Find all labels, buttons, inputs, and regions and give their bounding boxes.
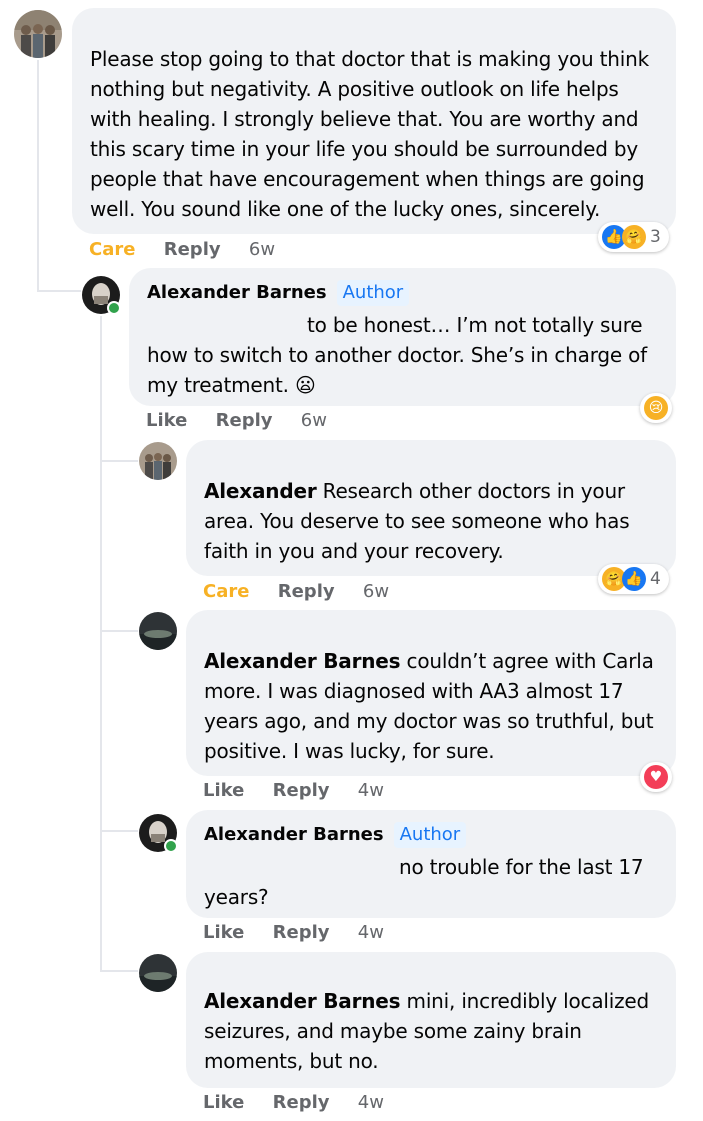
thread-line-nested <box>100 316 102 971</box>
love-icon: ♥ <box>644 765 668 789</box>
reaction-summary[interactable]: ♥ <box>640 762 672 792</box>
thread-line-main <box>37 60 39 292</box>
reaction-summary[interactable]: 😢 <box>640 393 672 423</box>
timestamp[interactable]: 6w <box>301 410 327 431</box>
mention-name[interactable]: Alexander Barnes <box>204 989 401 1013</box>
reply-link[interactable]: Reply <box>278 581 335 602</box>
reaction-summary[interactable]: 🤗 👍 4 <box>598 564 669 594</box>
thread-line-branch-2 <box>100 630 138 632</box>
comment-actions: Like Reply 6w <box>146 410 327 431</box>
thread-line-main-curve <box>37 290 81 292</box>
care-reaction-link[interactable]: Care <box>203 581 249 602</box>
comment-text: to be honest… I’m not totally sure how t… <box>147 313 648 397</box>
reply-link[interactable]: Reply <box>273 1092 330 1113</box>
mention-name[interactable]: Alexander Barnes <box>204 649 401 673</box>
reply-link[interactable]: Reply <box>273 780 330 801</box>
online-indicator <box>164 839 178 853</box>
reply-link[interactable]: Reply <box>216 410 273 431</box>
commenter-name[interactable]: Alexander Barnes <box>147 282 327 303</box>
reaction-summary[interactable]: 👍 🤗 3 <box>598 222 669 252</box>
author-badge: Author <box>393 822 467 848</box>
avatar[interactable] <box>139 954 177 992</box>
like-link[interactable]: Like <box>203 1092 244 1113</box>
avatar[interactable] <box>139 442 177 480</box>
comment-bubble: Alexander Barnes Author no trouble for th… <box>186 810 676 918</box>
like-link[interactable]: Like <box>146 410 187 431</box>
online-indicator <box>107 301 121 315</box>
timestamp[interactable]: 6w <box>249 239 275 260</box>
like-icon: 👍 <box>622 567 646 591</box>
thread-line-branch-1 <box>100 460 138 462</box>
comment-bubble: Alexander Research other doctors in your… <box>186 440 676 576</box>
comment-bubble: Please stop going to that doctor that is… <box>72 8 676 234</box>
reaction-count: 4 <box>650 569 661 589</box>
worried-emoji: 😦 <box>294 373 316 397</box>
timestamp[interactable]: 4w <box>358 780 384 801</box>
timestamp[interactable]: 4w <box>358 1092 384 1113</box>
comment-bubble: Alexander Barnes couldn’t agree with Car… <box>186 610 676 776</box>
comment-bubble: Alexander Barnes mini, incredibly locali… <box>186 952 676 1088</box>
reaction-count: 3 <box>650 227 661 247</box>
sad-icon: 😢 <box>644 396 668 420</box>
comment-actions: Care Reply 6w <box>89 239 275 260</box>
comment-actions: Like Reply 4w <box>203 922 384 943</box>
timestamp[interactable]: 4w <box>358 922 384 943</box>
mention-name[interactable]: Alexander <box>204 479 317 503</box>
avatar[interactable] <box>14 10 62 58</box>
comment-actions: Like Reply 4w <box>203 780 384 801</box>
reply-link[interactable]: Reply <box>273 922 330 943</box>
care-reaction-link[interactable]: Care <box>89 239 135 260</box>
comment-actions: Care Reply 6w <box>203 581 389 602</box>
thread-line-branch-3 <box>100 830 138 832</box>
commenter-name[interactable]: Alexander Barnes <box>204 824 384 845</box>
like-link[interactable]: Like <box>203 780 244 801</box>
avatar[interactable] <box>139 612 177 650</box>
comment-actions: Like Reply 4w <box>203 1092 384 1113</box>
timestamp[interactable]: 6w <box>363 581 389 602</box>
comment-text: no trouble for the last 17 years? <box>204 855 644 909</box>
comment-text: Please stop going to that doctor that is… <box>90 47 649 221</box>
author-badge: Author <box>336 280 410 306</box>
thread-line-branch-4 <box>100 970 138 972</box>
comment-bubble: Alexander Barnes Author to be honest… I’m… <box>129 268 676 406</box>
like-link[interactable]: Like <box>203 922 244 943</box>
care-icon: 🤗 <box>622 225 646 249</box>
reply-link[interactable]: Reply <box>164 239 221 260</box>
